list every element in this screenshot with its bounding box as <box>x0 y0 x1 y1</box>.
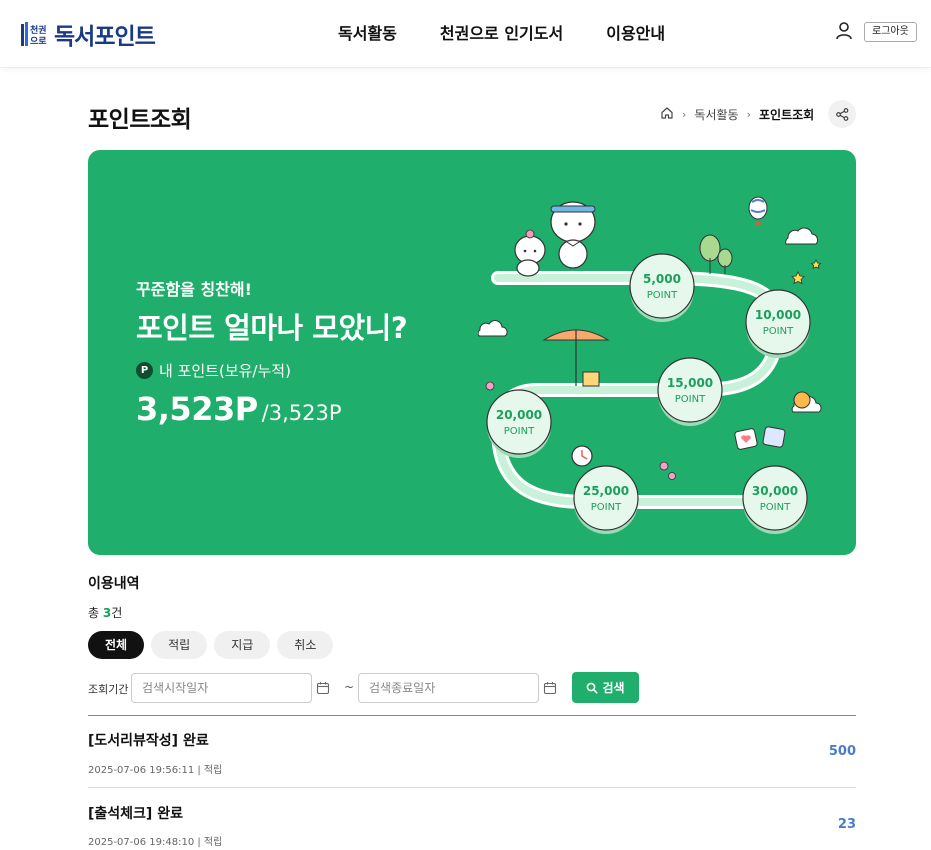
milestone-unit: POINT <box>504 426 535 437</box>
logo-text: 독서포인트 <box>54 24 156 50</box>
milestone-10000: 10,000 POINT <box>745 289 811 358</box>
start-date-input[interactable] <box>131 673 312 703</box>
banner-headline: 포인트 얼마나 모았니? <box>136 311 408 345</box>
my-point-label: 내 포인트(보유/누적) <box>159 362 291 380</box>
history-filter-tabs: 전체 적립 지급 취소 <box>88 631 334 659</box>
nav-item-reading-activity[interactable]: 독서활동 <box>338 20 397 44</box>
current-points: 3,523P <box>136 390 258 428</box>
milestone-road-illustration: 5,000 POINT 10,000 POINT 15,000 POINT 20… <box>478 196 822 534</box>
user-icon[interactable] <box>834 21 854 41</box>
logo-mark-text-2: 으로 <box>30 36 47 47</box>
history-title: 이용내역 <box>88 576 140 592</box>
milestone-amount: 30,000 <box>752 484 798 498</box>
history-count-number: 3 <box>102 606 112 620</box>
sun-icon <box>793 391 811 409</box>
history-item-meta: 2025-07-06 19:48:10 | 적립 <box>88 837 223 848</box>
main-nav: 독서활동 천권으로 인기도서 이용안내 <box>338 20 665 44</box>
page-title: 포인트조회 <box>88 107 192 133</box>
history-item-meta: 2025-07-06 19:56:11 | 적립 <box>88 765 223 776</box>
filter-tab-all[interactable]: 전체 <box>88 631 145 659</box>
site-header: 천권 으로 독서포인트 독서활동 천권으로 인기도서 이용안내 로그아웃 <box>0 0 931 68</box>
calendar-icon[interactable] <box>543 680 557 695</box>
end-date-input[interactable] <box>358 673 539 703</box>
breadcrumb: › 독서활동 › 포인트조회 <box>660 106 814 123</box>
period-label: 조회기간 <box>88 683 129 696</box>
milestone-15000: 15,000 POINT <box>657 357 723 426</box>
milestone-unit: POINT <box>760 502 791 513</box>
row-divider <box>88 787 856 788</box>
milestone-amount: 5,000 <box>643 272 681 286</box>
parasol-icon <box>542 329 610 387</box>
milestone-5000: 5,000 POINT <box>629 253 695 322</box>
milestone-unit: POINT <box>763 326 794 337</box>
milestone-amount: 25,000 <box>583 484 629 498</box>
filter-tab-earned[interactable]: 적립 <box>151 631 208 659</box>
milestone-30000: 30,000 POINT <box>742 465 808 534</box>
search-button[interactable]: 검색 <box>572 672 639 703</box>
milestone-unit: POINT <box>591 502 622 513</box>
chevron-right-icon: › <box>682 108 687 121</box>
logout-button[interactable]: 로그아웃 <box>864 22 917 42</box>
site-logo[interactable]: 천권 으로 독서포인트 <box>20 17 156 51</box>
point-badge-icon: P <box>136 362 153 379</box>
history-count: 총 3건 <box>88 604 122 621</box>
hot-air-balloon-icon <box>748 196 768 226</box>
search-icon <box>587 682 599 694</box>
mascot-characters-icon <box>514 201 596 277</box>
like-cards-icon <box>734 426 786 450</box>
share-button[interactable] <box>828 100 856 128</box>
points-banner: 꾸준함을 칭찬해! 포인트 얼마나 모았니? P 내 포인트(보유/누적) 3,… <box>88 150 856 555</box>
search-button-label: 검색 <box>602 681 625 695</box>
filter-tab-granted[interactable]: 지급 <box>214 631 271 659</box>
milestone-unit: POINT <box>647 290 678 301</box>
nav-item-guide[interactable]: 이용안내 <box>606 20 665 44</box>
my-point-label-row: P 내 포인트(보유/누적) <box>136 360 291 381</box>
breadcrumb-item-current: 포인트조회 <box>758 108 815 122</box>
tree-icon <box>699 234 733 274</box>
milestone-amount: 20,000 <box>496 408 542 422</box>
history-item-title: [출석체크] 완료 <box>88 806 183 822</box>
milestone-amount: 10,000 <box>755 308 801 322</box>
total-points: /3,523P <box>261 401 342 425</box>
logo-mark-icon: 천권 으로 <box>20 20 50 48</box>
points-summary: 3,523P /3,523P <box>136 390 342 428</box>
chevron-right-icon: › <box>746 108 751 121</box>
milestone-20000: 20,000 POINT <box>486 389 552 458</box>
milestone-25000: 25,000 POINT <box>573 465 639 534</box>
history-item-points: 500 <box>828 744 856 759</box>
milestone-unit: POINT <box>675 394 706 405</box>
history-item-points: 23 <box>837 817 856 832</box>
history-count-suffix: 건 <box>111 606 123 620</box>
history-item-title: [도서리뷰작성] 완료 <box>88 733 209 749</box>
banner-subtitle: 꾸준함을 칭찬해! <box>136 280 252 299</box>
milestone-amount: 15,000 <box>667 376 713 390</box>
list-top-divider <box>88 715 856 716</box>
nav-item-popular-books[interactable]: 천권으로 인기도서 <box>440 20 563 44</box>
logo-mark-text-1: 천권 <box>30 24 47 36</box>
home-icon[interactable] <box>660 106 674 123</box>
history-count-prefix: 총 <box>88 606 103 620</box>
breadcrumb-item-reading-activity[interactable]: 독서활동 <box>694 106 738 123</box>
star-icon <box>791 271 805 285</box>
share-icon <box>835 107 848 121</box>
star-icon <box>810 259 822 270</box>
filter-tab-cancelled[interactable]: 취소 <box>277 631 334 659</box>
alarm-clock-icon <box>571 445 593 467</box>
date-range-separator: ~ <box>344 680 355 694</box>
calendar-icon[interactable] <box>316 680 330 695</box>
